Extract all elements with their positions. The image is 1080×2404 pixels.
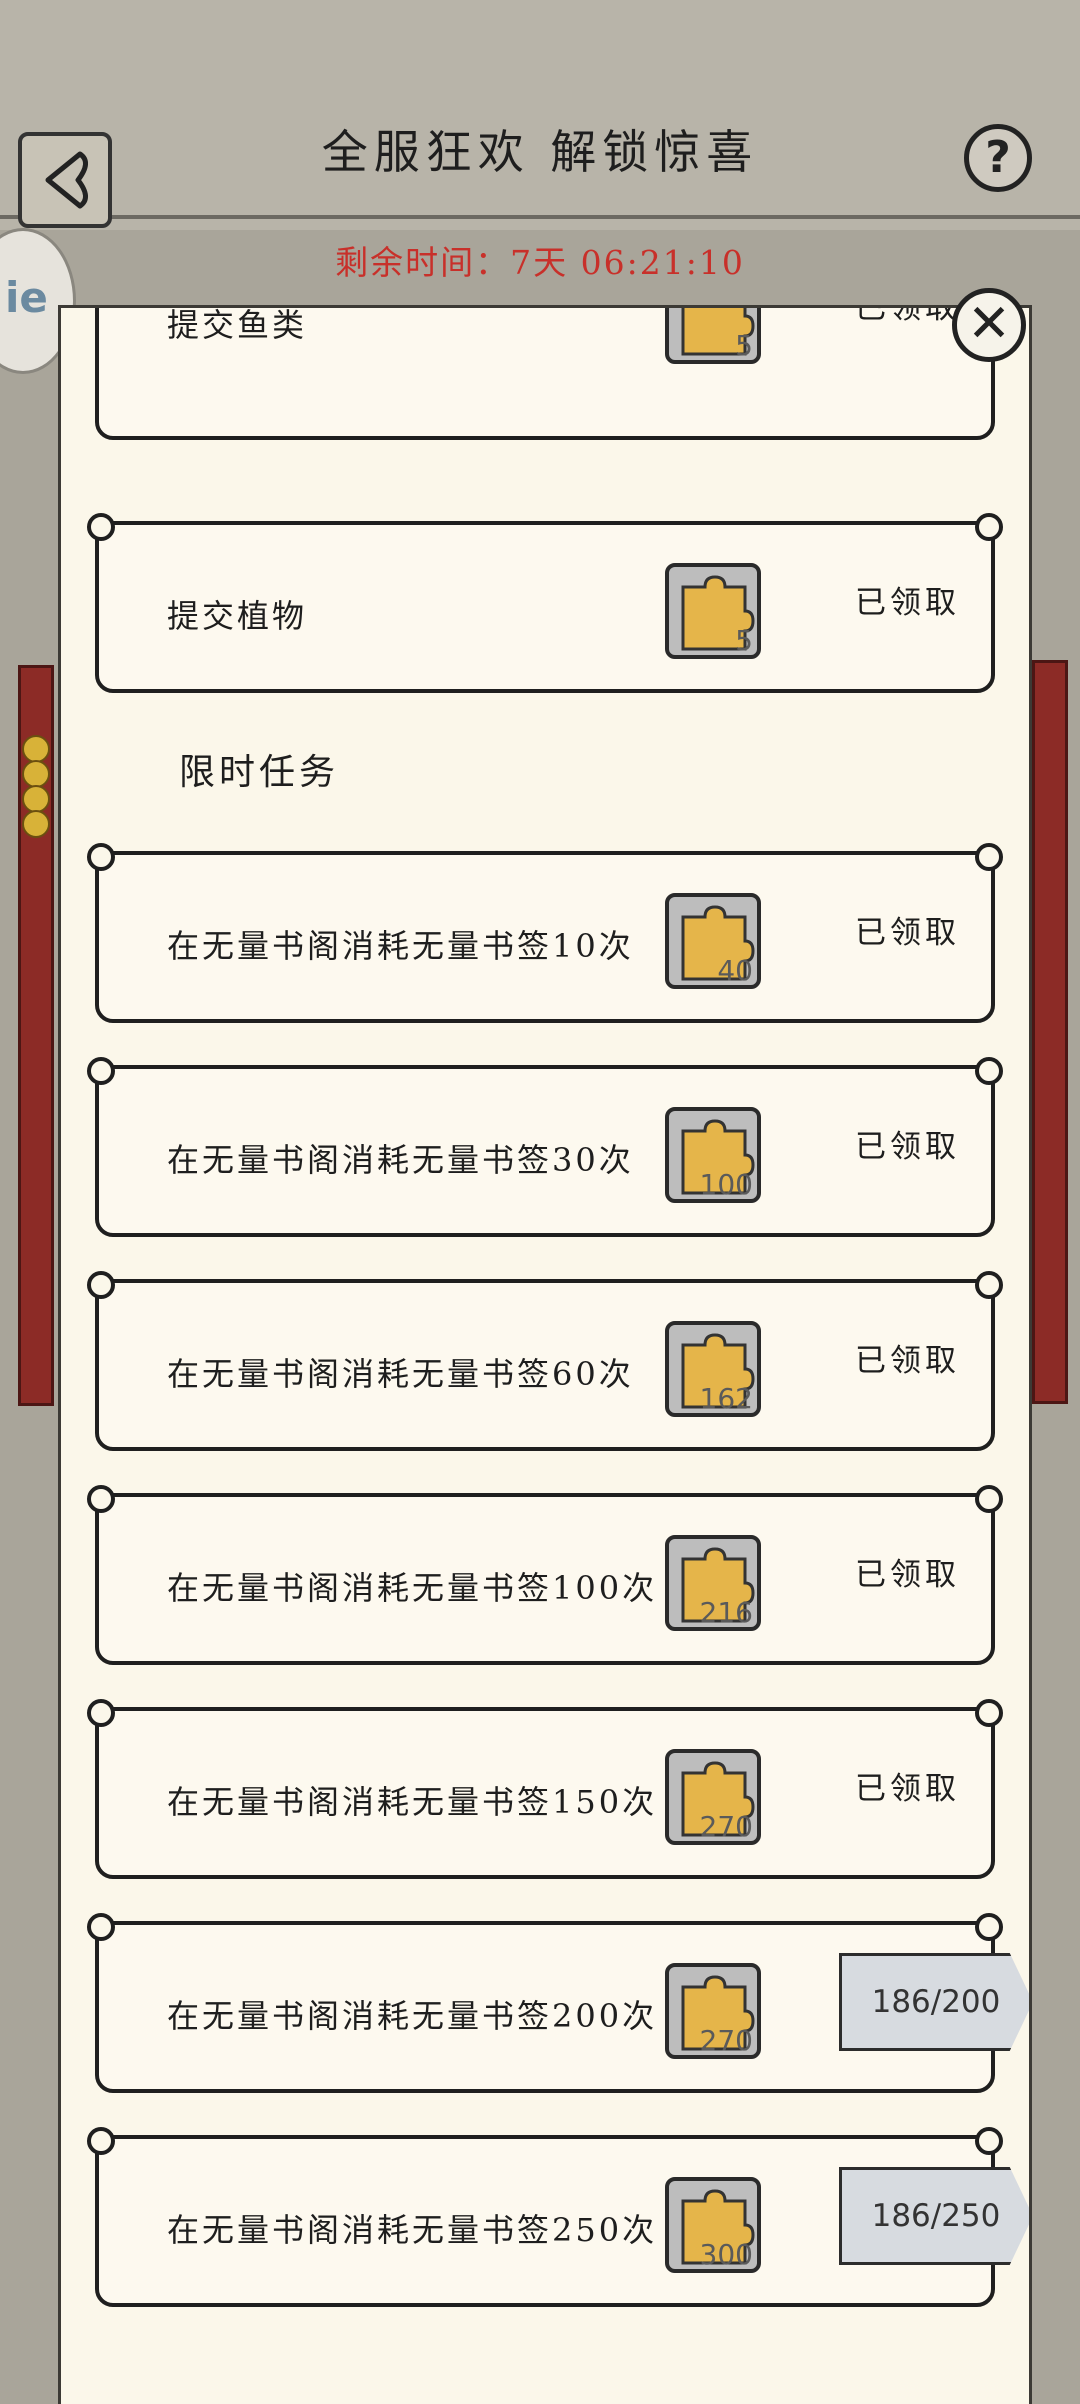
task-name: 提交鱼类: [167, 306, 308, 344]
reward-count: 270: [699, 2024, 753, 2057]
task-name: 提交植物: [167, 597, 308, 635]
reward-slot[interactable]: 40: [665, 893, 761, 989]
reward-count: 270: [699, 1810, 753, 1843]
right-scroll-rail: [1032, 660, 1068, 1404]
claimed-label: 已领取: [855, 1129, 960, 1165]
task-card: 在无量书阁消耗无量书签100次 216 已领取: [87, 1485, 1003, 1665]
task-card: 在无量书阁消耗无量书签10次 40 已领取: [87, 843, 1003, 1023]
reward-count: 100: [699, 1168, 753, 1201]
claimed-label: 已领取: [855, 585, 960, 621]
task-card: 提交植物 5 已领取: [87, 513, 1003, 693]
claimed-label: 已领取: [855, 305, 960, 326]
reward-count: 5: [735, 329, 753, 362]
task-name: 在无量书阁消耗无量书签60次: [167, 1355, 634, 1393]
reward-slot[interactable]: 270: [665, 1749, 761, 1845]
reward-count: 5: [735, 624, 753, 657]
help-button[interactable]: ?: [964, 124, 1032, 192]
task-panel[interactable]: 提交鱼类 5 已领取 提交植物 5 已领取 限时任务 在无量书阁消耗无量书签10…: [58, 305, 1032, 2404]
task-card: 在无量书阁消耗无量书签30次 100 已领取: [87, 1057, 1003, 1237]
task-name: 在无量书阁消耗无量书签30次: [167, 1141, 634, 1179]
reward-slot[interactable]: 300: [665, 2177, 761, 2273]
task-card: 在无量书阁消耗无量书签60次 162 已领取: [87, 1271, 1003, 1451]
timer-value: 7天 06:21:10: [510, 243, 745, 282]
task-card: 在无量书阁消耗无量书签250次 300 186/250: [87, 2127, 1029, 2307]
countdown-timer: 剩余时间：7天 06:21:10: [0, 236, 1080, 284]
claimed-label: 已领取: [855, 1343, 960, 1379]
section-title-timed-tasks: 限时任务: [179, 752, 340, 793]
reward-slot[interactable]: 5: [665, 563, 761, 659]
reward-count: 300: [699, 2238, 753, 2271]
reward-count: 162: [699, 1382, 753, 1415]
task-name: 在无量书阁消耗无量书签100次: [167, 1569, 658, 1607]
reward-count: 40: [717, 954, 753, 987]
reward-slot[interactable]: 5: [665, 308, 761, 364]
task-name: 在无量书阁消耗无量书签10次: [167, 927, 634, 965]
task-card: 提交鱼类 5 已领取: [95, 305, 995, 440]
task-name: 在无量书阁消耗无量书签250次: [167, 2211, 658, 2249]
close-button[interactable]: ✕: [952, 288, 1026, 362]
task-name: 在无量书阁消耗无量书签200次: [167, 1997, 658, 2035]
progress-button[interactable]: 186/200: [839, 1953, 1029, 2051]
reward-slot[interactable]: 100: [665, 1107, 761, 1203]
claimed-label: 已领取: [855, 1771, 960, 1807]
side-badge-label: ie: [5, 273, 48, 322]
timer-label: 剩余时间：: [335, 243, 511, 282]
question-mark-icon: ?: [985, 132, 1011, 183]
reward-slot[interactable]: 270: [665, 1963, 761, 2059]
task-name: 在无量书阁消耗无量书签150次: [167, 1783, 658, 1821]
coin-icon: [22, 760, 50, 788]
progress-button[interactable]: 186/250: [839, 2167, 1029, 2265]
claimed-label: 已领取: [855, 915, 960, 951]
page-title: 全服狂欢 解锁惊喜: [321, 125, 759, 179]
reward-slot[interactable]: 216: [665, 1535, 761, 1631]
header-bar: [0, 0, 1080, 230]
close-icon: ✕: [967, 294, 1011, 354]
coin-icon: [22, 785, 50, 813]
coin-icon: [22, 735, 50, 763]
coin-icon: [22, 810, 50, 838]
reward-count: 216: [699, 1596, 753, 1629]
task-card: 在无量书阁消耗无量书签150次 270 已领取: [87, 1699, 1003, 1879]
claimed-label: 已领取: [855, 1557, 960, 1593]
reward-slot[interactable]: 162: [665, 1321, 761, 1417]
task-card: 在无量书阁消耗无量书签200次 270 186/200: [87, 1913, 1029, 2093]
